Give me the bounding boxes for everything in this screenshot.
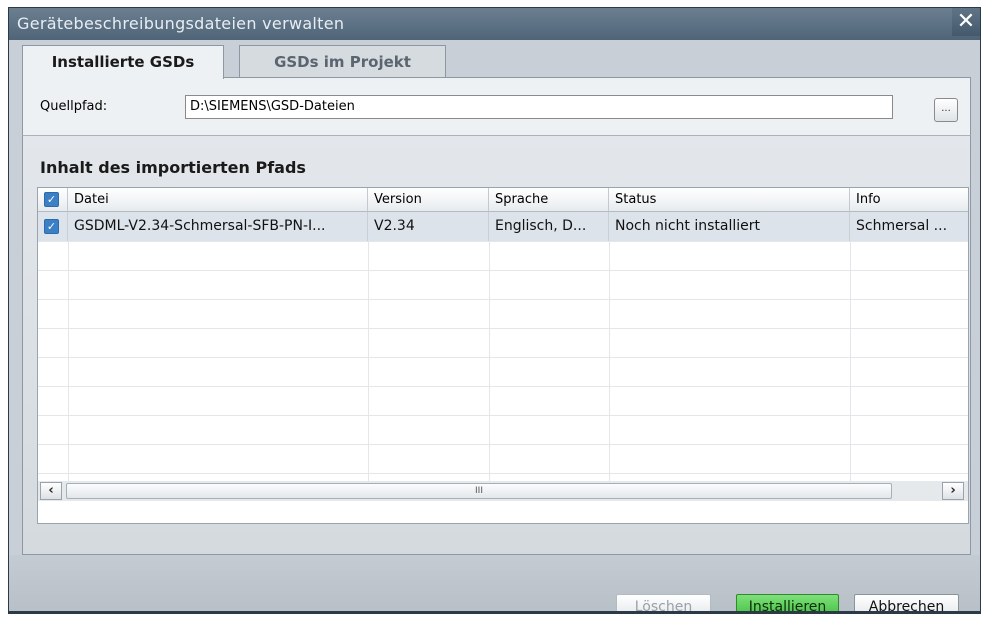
cell-info[interactable]: Schmersal ...: [850, 212, 968, 241]
header-select-all[interactable]: ✓: [38, 188, 68, 212]
select-all-checkbox[interactable]: ✓: [44, 192, 59, 207]
column-header-datei[interactable]: Datei: [68, 188, 368, 212]
window-bottom-edge: [9, 611, 980, 613]
grid-line: [38, 444, 968, 445]
source-path-label: Quellpfad:: [40, 99, 108, 114]
grid-line: [850, 241, 851, 481]
content-heading: Inhalt des importierten Pfads: [40, 158, 306, 177]
column-header-version[interactable]: Version: [368, 188, 489, 212]
chevron-left-icon: ‹: [48, 483, 54, 498]
column-header-info[interactable]: Info: [850, 188, 968, 212]
grid-line: [38, 241, 968, 242]
source-panel: Quellpfad: D:\SIEMENS\GSD-Dateien ...: [22, 77, 971, 135]
grid-line: [38, 473, 968, 474]
column-header-sprache[interactable]: Sprache: [489, 188, 609, 212]
grid-line: [68, 241, 69, 481]
grid-line: [368, 241, 369, 481]
close-button[interactable]: ✕: [952, 8, 980, 36]
scrollbar-thumb[interactable]: III: [66, 483, 892, 499]
grid-line: [38, 415, 968, 416]
grid-line: [38, 299, 968, 300]
grid-line: [609, 241, 610, 481]
chevron-right-icon: ›: [950, 483, 956, 498]
grid-line: [38, 328, 968, 329]
row-checkbox[interactable]: ✓: [44, 219, 59, 234]
close-icon: ✕: [956, 9, 976, 34]
grid-line: [38, 357, 968, 358]
dialog-title: Gerätebeschreibungsdateien verwalten: [17, 14, 345, 33]
table-row-checkbox-cell[interactable]: ✓: [38, 212, 68, 241]
scroll-right-button[interactable]: ›: [942, 482, 964, 500]
cell-sprache[interactable]: Englisch, D...: [489, 212, 609, 241]
scroll-left-button[interactable]: ‹: [40, 482, 62, 500]
grid-line: [489, 241, 490, 481]
tab-installed-gsds[interactable]: Installierte GSDs: [22, 45, 224, 79]
gsd-manager-dialog: Gerätebeschreibungsdateien verwalten ✕ I…: [8, 7, 981, 614]
grid-line: [38, 270, 968, 271]
browse-button[interactable]: ...: [934, 98, 958, 122]
title-bar: Gerätebeschreibungsdateien verwalten ✕: [9, 8, 980, 40]
cell-status[interactable]: Noch nicht installiert: [609, 212, 850, 241]
grid-line: [38, 386, 968, 387]
column-header-status[interactable]: Status: [609, 188, 850, 212]
content-panel: Inhalt des importierten Pfads ✓ Datei Ve…: [22, 135, 971, 555]
horizontal-scrollbar[interactable]: ‹ III ›: [38, 481, 968, 501]
source-path-field[interactable]: D:\SIEMENS\GSD-Dateien: [185, 95, 893, 119]
tab-gsds-in-project[interactable]: GSDs im Projekt: [239, 45, 446, 77]
cell-version[interactable]: V2.34: [368, 212, 489, 241]
cell-datei[interactable]: GSDML-V2.34-Schmersal-SFB-PN-I...: [68, 212, 368, 241]
gsd-table: ✓ Datei Version Sprache Status Info ✓ GS…: [37, 187, 969, 524]
